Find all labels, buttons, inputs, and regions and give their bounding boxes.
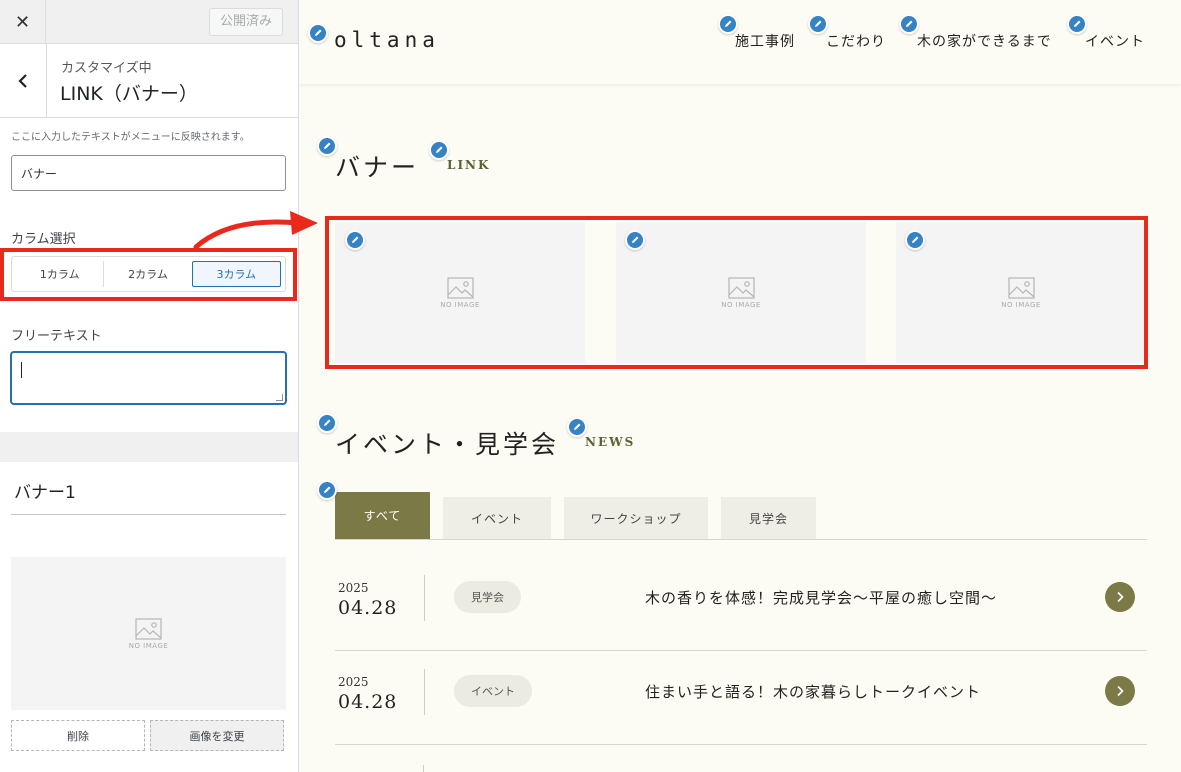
change-image-button[interactable]: 画像を変更 — [150, 720, 284, 751]
site-logo[interactable]: oltana — [334, 28, 440, 52]
news-category-badge: 見学会 — [454, 581, 521, 613]
banner1-divider — [11, 514, 286, 515]
edit-pencil-icon[interactable] — [567, 417, 587, 437]
delete-button[interactable]: 削除 — [11, 720, 145, 751]
chevron-right-icon — [1117, 685, 1124, 697]
close-icon: ✕ — [14, 11, 31, 33]
news-category-badge: イベント — [454, 675, 532, 707]
edit-pencil-icon[interactable] — [1067, 14, 1087, 34]
edit-pencil-icon[interactable] — [345, 230, 365, 250]
customizer-topbar: ✕ 公開済み — [0, 0, 298, 44]
nav-item-commitment[interactable]: こだわり — [826, 31, 886, 51]
resize-grip[interactable] — [276, 394, 283, 401]
free-text-area[interactable] — [11, 352, 286, 404]
news-title[interactable]: 住まい手と語る！木の家暮らしトークイベント — [645, 681, 981, 702]
news-separator — [423, 765, 424, 772]
edit-pencil-icon[interactable] — [317, 136, 337, 156]
section-title: LINK（バナー） — [60, 83, 198, 105]
back-button[interactable] — [0, 44, 47, 117]
news-section-subtitle: NEWS — [585, 435, 636, 449]
tab-workshop[interactable]: ワークショップ — [564, 497, 708, 539]
edit-pencil-icon[interactable] — [808, 14, 828, 34]
edit-pencil-icon[interactable] — [429, 140, 449, 160]
menu-text-input[interactable] — [11, 155, 286, 191]
edit-pencil-icon[interactable] — [308, 23, 328, 43]
site-preview: oltana 施工事例 こだわり 木の家ができるまで イベント バナー LINK… — [299, 0, 1181, 772]
tab-open-house[interactable]: 見学会 — [721, 497, 816, 539]
edit-pencil-icon[interactable] — [625, 230, 645, 250]
chevron-right-icon — [1117, 591, 1124, 603]
no-image-text: NO IMAGE — [128, 641, 169, 650]
highlight-box-banners — [325, 216, 1148, 369]
news-arrow-button[interactable] — [1105, 676, 1135, 706]
text-caret — [21, 362, 22, 378]
news-separator — [424, 669, 425, 715]
column-select-label: カラム選択 — [11, 232, 76, 247]
field-description: ここに入力したテキストがメニューに反映されます。 — [11, 132, 250, 143]
nav-item-works[interactable]: 施工事例 — [735, 31, 795, 51]
highlight-box-column-select — [0, 248, 297, 301]
news-item[interactable]: 2025 04.28 見学会 木の香りを体感！完成見学会〜平屋の癒し空間〜 — [335, 557, 1147, 651]
site-header: oltana 施工事例 こだわり 木の家ができるまで イベント — [299, 0, 1181, 84]
edit-pencil-icon[interactable] — [317, 480, 337, 500]
free-text-label: フリーテキスト — [11, 329, 102, 344]
annotation-arrow-icon — [193, 211, 318, 250]
image-placeholder-icon — [135, 617, 162, 640]
news-separator — [424, 575, 425, 621]
nav-item-process[interactable]: 木の家ができるまで — [917, 31, 1052, 51]
section-subtitle: カスタマイズ中 — [61, 61, 152, 76]
edit-pencil-icon[interactable] — [905, 230, 925, 250]
edit-pencil-icon[interactable] — [899, 14, 919, 34]
news-arrow-button[interactable] — [1105, 582, 1135, 612]
news-date: 04.28 — [338, 691, 398, 713]
close-button[interactable]: ✕ — [0, 0, 46, 44]
news-title[interactable]: 木の香りを体感！完成見学会〜平屋の癒し空間〜 — [645, 587, 997, 608]
chevron-left-icon — [18, 73, 27, 88]
news-item[interactable]: 2025 04.28 イベント 住まい手と語る！木の家暮らしトークイベント — [335, 651, 1147, 745]
tabs-divider — [335, 539, 1147, 540]
section-header: カスタマイズ中 LINK（バナー） — [0, 44, 298, 118]
customizer-sidebar: ✕ 公開済み カスタマイズ中 LINK（バナー） ここに入力したテキストがメニュ… — [0, 0, 299, 772]
banner-section-title: バナー — [335, 153, 420, 182]
tab-all[interactable]: すべて — [335, 492, 430, 539]
nav-item-event[interactable]: イベント — [1085, 31, 1145, 51]
banner1-title: バナー1 — [14, 483, 76, 503]
banner1-image-placeholder[interactable]: NO IMAGE — [11, 557, 286, 710]
news-section-title: イベント・見学会 — [335, 430, 560, 459]
publish-button[interactable]: 公開済み — [208, 8, 283, 36]
edit-pencil-icon[interactable] — [317, 413, 337, 433]
section-divider — [0, 432, 298, 462]
banner-section-subtitle: LINK — [447, 158, 491, 172]
news-year: 2025 — [338, 675, 369, 689]
news-year: 2025 — [338, 581, 369, 595]
news-date: 04.28 — [338, 597, 398, 619]
tab-event[interactable]: イベント — [443, 497, 551, 539]
